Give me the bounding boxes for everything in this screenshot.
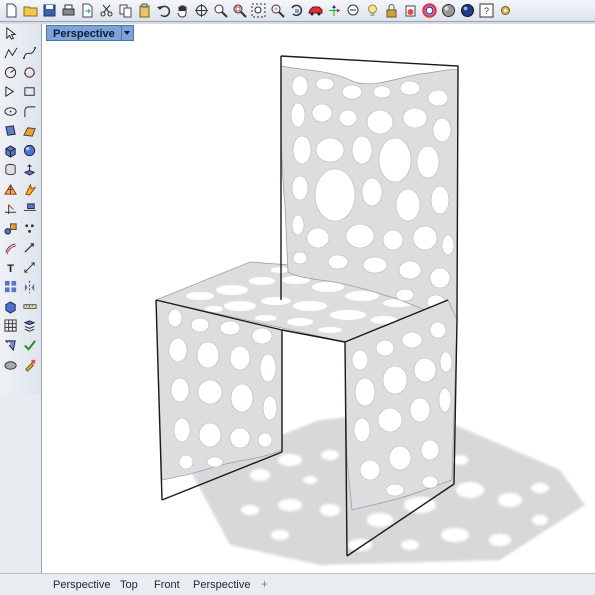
grid-icon[interactable] [2,317,20,335]
arc-icon[interactable] [2,83,20,101]
viewport-tab-bar: Perspective Top Front Perspective + [0,573,595,595]
rectangle-icon[interactable] [21,83,39,101]
left-toolbar-row [0,83,41,103]
select-icon[interactable] [2,25,20,43]
ellipse-icon[interactable] [2,103,20,121]
chevron-down-icon[interactable] [120,25,134,41]
dots-icon[interactable] [21,220,39,238]
import-icon[interactable] [78,2,96,20]
left-toolbar-row [0,278,41,298]
curve-icon[interactable] [21,44,39,62]
paint-icon[interactable] [21,356,39,374]
undo-icon[interactable] [154,2,172,20]
zoom-icon[interactable] [211,2,229,20]
light-icon[interactable] [363,2,381,20]
cylinder-icon[interactable] [2,161,20,179]
material-icon[interactable] [401,2,419,20]
left-toolbar-row [0,161,41,181]
offset-icon[interactable] [2,239,20,257]
paste-icon[interactable] [135,2,153,20]
extrude-icon[interactable] [21,161,39,179]
tab-perspective-2[interactable]: Perspective [193,579,250,592]
left-toolbar-row [0,102,41,122]
tab-perspective[interactable]: Perspective [53,579,110,592]
save-icon[interactable] [40,2,58,20]
zoom-window-icon[interactable] [230,2,248,20]
left-toolbar: T [0,24,42,395]
left-toolbar-row [0,317,41,337]
svg-text:T: T [7,263,14,275]
mirror-icon[interactable] [21,278,39,296]
zoom-selected-icon[interactable] [268,2,286,20]
layer-icon[interactable] [21,317,39,335]
arrow-icon[interactable] [21,239,39,257]
trim-icon[interactable] [2,200,20,218]
group-icon[interactable] [2,220,20,238]
left-toolbar-row [0,63,41,83]
copy-icon[interactable] [116,2,134,20]
dimension-icon[interactable] [21,259,39,277]
check-icon[interactable] [21,337,39,355]
polyline-icon[interactable] [2,44,20,62]
left-toolbar-row [0,356,41,376]
undo-view-icon[interactable] [287,2,305,20]
cut-icon[interactable] [97,2,115,20]
analyze-icon[interactable] [2,337,20,355]
sphere-icon[interactable] [21,142,39,160]
split-icon[interactable] [21,200,39,218]
pan-icon[interactable] [173,2,191,20]
rotate-view-icon[interactable] [192,2,210,20]
named-view-icon[interactable] [344,2,362,20]
left-toolbar-row [0,336,41,356]
left-toolbar-row [0,24,41,44]
array-icon[interactable] [2,278,20,296]
fillet-curve-icon[interactable] [21,103,39,121]
left-toolbar-row [0,122,41,142]
lock-icon[interactable] [382,2,400,20]
zoom-extents-icon[interactable] [249,2,267,20]
ruler-icon[interactable] [21,298,39,316]
print-icon[interactable] [59,2,77,20]
surface-icon[interactable] [2,122,20,140]
left-toolbar-empty-area [0,395,42,573]
solid-icon[interactable] [2,356,20,374]
svg-text:?: ? [483,6,488,16]
circle-icon[interactable] [2,64,20,82]
loft-icon[interactable] [21,122,39,140]
viewport-perspective[interactable] [42,24,595,573]
left-toolbar-row [0,200,41,220]
left-toolbar-row [0,297,41,317]
viewport-title-tab[interactable]: Perspective [46,25,134,41]
tab-top[interactable]: Top [120,579,138,592]
gumball-icon[interactable] [325,2,343,20]
box-icon[interactable] [2,142,20,160]
left-toolbar-row [0,219,41,239]
text-icon[interactable]: T [2,259,20,277]
left-toolbar-row [0,180,41,200]
add-viewport-tab-icon[interactable]: + [261,577,268,591]
main-toolbar: ? [0,0,595,22]
help-icon[interactable]: ? [477,2,495,20]
shade-icon[interactable] [439,2,457,20]
left-toolbar-row: T [0,258,41,278]
new-icon[interactable] [2,2,20,20]
left-toolbar-row [0,239,41,259]
mesh-icon[interactable] [2,181,20,199]
render-icon[interactable] [458,2,476,20]
circle-3pt-icon[interactable] [21,64,39,82]
chair-render [154,55,585,565]
car-icon[interactable] [306,2,324,20]
tab-front[interactable]: Front [154,579,180,592]
viewport-title-label[interactable]: Perspective [46,25,121,41]
chair-left-panel [155,299,283,481]
boolean-icon[interactable] [21,181,39,199]
left-toolbar-row [0,44,41,64]
open-icon[interactable] [21,2,39,20]
left-toolbar-row [0,141,41,161]
block-icon[interactable] [2,298,20,316]
color-icon[interactable] [420,2,438,20]
gear-icon[interactable] [496,2,514,20]
